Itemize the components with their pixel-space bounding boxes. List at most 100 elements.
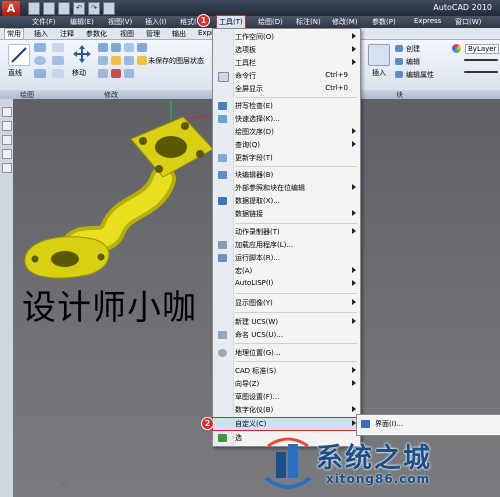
new-icon[interactable] bbox=[28, 2, 40, 15]
menu-item-data-extraction[interactable]: 数据提取(X)... bbox=[213, 195, 360, 207]
menu-item-update-fields[interactable]: 更新字段(T) bbox=[213, 152, 360, 164]
menu-item-wizards[interactable]: 向导(Z) bbox=[213, 378, 360, 390]
edit-label[interactable]: 编辑 bbox=[406, 57, 420, 67]
side-tool-icon[interactable] bbox=[2, 149, 12, 159]
insert-block-icon[interactable] bbox=[368, 44, 390, 66]
insert-label: 插入 bbox=[372, 69, 386, 77]
menu-item-palettes[interactable]: 选项板 bbox=[213, 44, 360, 56]
menu-file[interactable]: 文件(F) bbox=[32, 17, 56, 27]
side-tool-icon[interactable] bbox=[2, 107, 12, 117]
menu-item-xref-edit[interactable]: 外部参照和块在位编辑 bbox=[213, 182, 360, 194]
create-label[interactable]: 创建 bbox=[406, 44, 420, 54]
menu-insert[interactable]: 插入(I) bbox=[145, 17, 167, 27]
tab-output[interactable]: 输出 bbox=[172, 29, 186, 39]
menu-item-toolbars[interactable]: 工具栏 bbox=[213, 57, 360, 69]
tab-manage[interactable]: 管理 bbox=[146, 29, 160, 39]
app-logo[interactable]: A bbox=[2, 1, 20, 17]
menu-express[interactable]: Express bbox=[414, 17, 441, 25]
rotate-icon[interactable] bbox=[98, 43, 108, 52]
menu-modify[interactable]: 修改(M) bbox=[332, 17, 358, 27]
rectangle-icon[interactable] bbox=[52, 43, 64, 52]
erase-icon[interactable] bbox=[111, 69, 121, 78]
side-tool-icon[interactable] bbox=[2, 135, 12, 145]
menu-item-label: 工具栏 bbox=[235, 59, 256, 67]
menu-item-draw-order[interactable]: 绘图次序(D) bbox=[213, 126, 360, 138]
menu-item-drafting-settings[interactable]: 草图设置(F)... bbox=[213, 391, 360, 403]
menu-tools[interactable]: 工具(T) bbox=[216, 15, 246, 29]
menu-draw[interactable]: 绘图(D) bbox=[258, 17, 283, 27]
menu-separator bbox=[235, 97, 357, 98]
menu-item-cad-standards[interactable]: CAD 标准(S) bbox=[213, 365, 360, 377]
edit-block-icon[interactable] bbox=[395, 58, 403, 65]
submenu-item-interface[interactable]: 界面(I)... bbox=[375, 419, 403, 429]
tab-insert[interactable]: 插入 bbox=[34, 29, 48, 39]
side-tool-icon[interactable] bbox=[2, 121, 12, 131]
open-icon[interactable] bbox=[43, 2, 55, 15]
menu-item-customize[interactable]: 自定义(C) bbox=[212, 417, 361, 431]
tab-home[interactable]: 常用 bbox=[4, 28, 24, 39]
layer-state-label[interactable]: 未保存的图层状态 bbox=[148, 56, 204, 66]
layer-icon[interactable] bbox=[137, 56, 147, 65]
menu-view[interactable]: 视图(V) bbox=[108, 17, 132, 27]
side-tool-icon[interactable] bbox=[2, 163, 12, 173]
menu-separator bbox=[235, 343, 357, 344]
menu-separator bbox=[235, 312, 357, 313]
menu-item-macro[interactable]: 宏(A) bbox=[213, 265, 360, 277]
mirror-icon[interactable] bbox=[137, 43, 147, 52]
print-icon[interactable] bbox=[103, 2, 115, 15]
color-wheel-icon[interactable] bbox=[452, 44, 461, 53]
menu-item-inquiry[interactable]: 查询(Q) bbox=[213, 139, 360, 151]
move-icon[interactable] bbox=[72, 44, 92, 64]
menu-item-data-links[interactable]: 数据链接 bbox=[213, 208, 360, 220]
create-block-icon[interactable] bbox=[395, 45, 403, 52]
circle-icon[interactable] bbox=[34, 56, 46, 65]
menu-edit[interactable]: 编辑(E) bbox=[70, 17, 94, 27]
undo-icon[interactable]: ↶ bbox=[73, 2, 85, 15]
menu-item-command-line[interactable]: 命令行 Ctrl+9 bbox=[213, 70, 360, 82]
polyline-icon[interactable] bbox=[34, 43, 46, 52]
edit-attribute-label[interactable]: 编辑属性 bbox=[406, 70, 434, 80]
menu-item-tablet[interactable]: 数字化仪(B) bbox=[213, 404, 360, 416]
menu-item-block-editor[interactable]: 块编辑器(B) bbox=[213, 169, 360, 181]
line-icon[interactable] bbox=[8, 44, 30, 66]
copy-icon[interactable] bbox=[124, 43, 134, 52]
save-icon[interactable] bbox=[58, 2, 70, 15]
menu-item-workspace[interactable]: 工作空间(O) bbox=[213, 31, 360, 43]
menu-item-quick-select[interactable]: 快速选择(K)... bbox=[213, 113, 360, 125]
lineweight-sample[interactable] bbox=[464, 71, 498, 73]
redo-icon[interactable]: ↷ bbox=[88, 2, 100, 15]
tab-view[interactable]: 视图 bbox=[120, 29, 134, 39]
arc-icon[interactable] bbox=[34, 69, 46, 78]
ellipse-icon[interactable] bbox=[52, 69, 64, 78]
submenu-arrow-icon bbox=[352, 210, 356, 216]
tab-annotate[interactable]: 注释 bbox=[60, 29, 74, 39]
fillet-icon[interactable] bbox=[98, 56, 108, 65]
stretch-icon[interactable] bbox=[98, 69, 108, 78]
scale-icon[interactable] bbox=[111, 56, 121, 65]
menu-item-fullscreen[interactable]: 全屏显示 Ctrl+0 bbox=[213, 83, 360, 95]
bylayer-dropdown[interactable]: ByLayer bbox=[465, 44, 500, 54]
menu-item-run-script[interactable]: 运行脚本(R)... bbox=[213, 252, 360, 264]
menu-item-autolisp[interactable]: AutoLISP(I) bbox=[213, 278, 360, 290]
menu-window[interactable]: 窗口(W) bbox=[455, 17, 481, 27]
menu-parametric[interactable]: 参数(P) bbox=[372, 17, 396, 27]
trim-icon[interactable] bbox=[111, 43, 121, 52]
menu-item-new-ucs[interactable]: 新建 UCS(W) bbox=[213, 316, 360, 328]
menu-item-load-application[interactable]: 加载应用程序(L)... bbox=[213, 239, 360, 251]
edit-attribute-icon[interactable] bbox=[395, 71, 403, 78]
menu-item-named-ucs[interactable]: 命名 UCS(U)... bbox=[213, 329, 360, 341]
menu-item-label: 外部参照和块在位编辑 bbox=[235, 184, 305, 192]
menu-item-spell-check[interactable]: 拼写检查(E) bbox=[213, 100, 360, 112]
menu-dimension[interactable]: 标注(N) bbox=[296, 17, 321, 27]
menu-item-action-recorder[interactable]: 动作录制器(T) bbox=[213, 226, 360, 238]
step-badge-2: 2 bbox=[201, 417, 214, 430]
tab-parametric[interactable]: 参数化 bbox=[86, 29, 107, 39]
offset-icon[interactable] bbox=[124, 69, 134, 78]
hatch-icon[interactable] bbox=[52, 56, 64, 65]
site-watermark: 系统之城 xitong86.com bbox=[262, 430, 500, 497]
tools-menu: 工作空间(O) 选项板 工具栏 命令行 Ctrl+9 全屏显示 Ctrl+0 拼写检… bbox=[212, 28, 361, 447]
array-icon[interactable] bbox=[124, 56, 134, 65]
linetype-sample[interactable] bbox=[464, 59, 498, 61]
menu-item-display-image[interactable]: 显示图像(Y) bbox=[213, 297, 360, 309]
menu-item-geolocation[interactable]: 地理位置(G)... bbox=[213, 347, 360, 359]
